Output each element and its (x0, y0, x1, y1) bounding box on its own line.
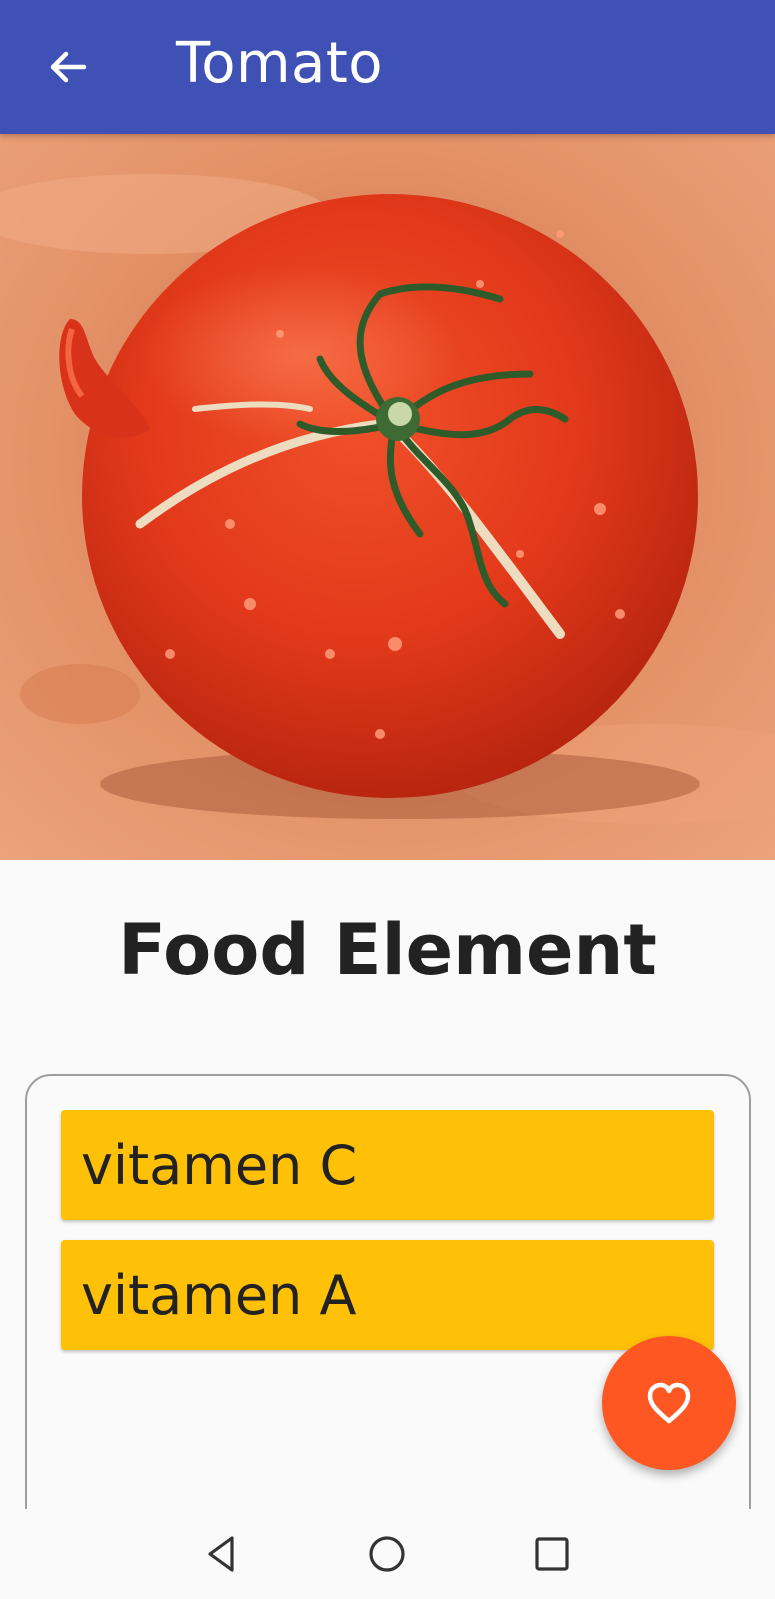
list-item[interactable]: vitamen A (61, 1240, 714, 1350)
arrow-back-icon (50, 51, 87, 83)
section-heading: Food Element (118, 909, 657, 991)
app-bar: Tomato (0, 0, 775, 134)
favorite-button[interactable] (602, 1336, 736, 1470)
nav-home-button[interactable] (359, 1526, 415, 1582)
nav-recents-button[interactable] (524, 1526, 580, 1582)
element-label: vitamen C (81, 1133, 358, 1197)
system-nav-bar (0, 1509, 775, 1599)
list-item[interactable]: vitamen C (61, 1110, 714, 1220)
app-screen: Tomato Food Element vitamen C vitamen A (0, 0, 775, 1599)
nav-back-button[interactable] (194, 1526, 250, 1582)
triangle-back-icon (208, 1536, 234, 1572)
tomato-illustration (0, 134, 775, 860)
square-recents-icon (535, 1537, 569, 1571)
food-image (0, 134, 775, 860)
back-button[interactable] (28, 27, 108, 107)
element-label: vitamen A (81, 1263, 357, 1327)
circle-home-icon (369, 1536, 405, 1572)
heart-outline-icon (647, 1382, 691, 1424)
page-title: Tomato (176, 31, 384, 96)
